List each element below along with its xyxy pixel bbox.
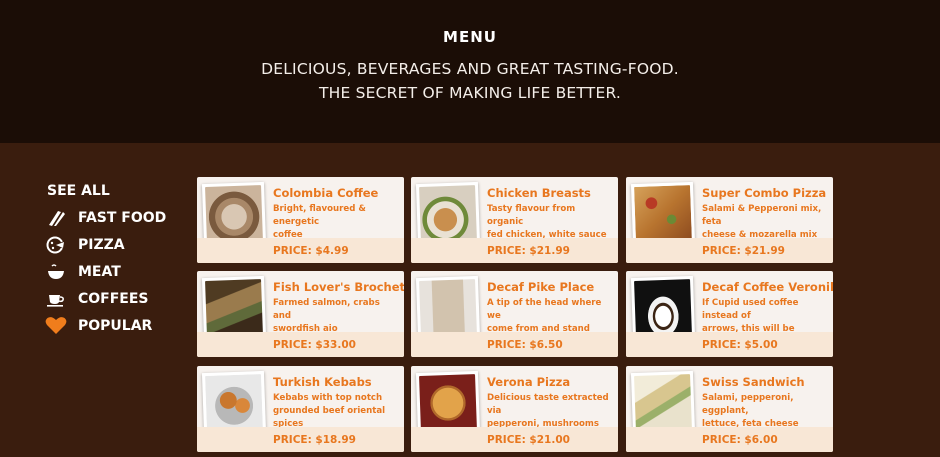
menu-card[interactable]: Colombia Coffee Bright, flavoured & ener… [197,177,404,263]
item-name: Verona Pizza [487,375,571,389]
sidebar-item-pizza[interactable]: PIZZA [44,231,184,258]
item-name: Swiss Sandwich [702,375,805,389]
item-name: Decaf Coffee Veronika [702,280,833,294]
menu-card[interactable]: Decaf Pike Place A tip of the head where… [411,271,618,357]
food-photo-frame [201,181,267,247]
sidebar-item-meat[interactable]: MEAT [44,258,184,285]
item-price: PRICE: $18.99 [273,434,356,446]
item-description: Delicious taste extracted via pepperoni,… [487,392,614,431]
menu-card[interactable]: Decaf Coffee Veronika If Cupid used coff… [626,271,833,357]
description-line: Delicious taste extracted via [487,393,609,416]
food-photo-frame [415,275,481,341]
item-price: PRICE: $21.00 [487,434,570,446]
item-price: PRICE: $4.99 [273,245,349,257]
item-description: Salami, pepperoni, eggplant, lettuce, fe… [702,392,829,431]
item-name: Super Combo Pizza [702,186,827,200]
item-price: PRICE: $5.00 [702,339,778,351]
description-line: A tip of the head where we [487,298,602,321]
menu-card[interactable]: Swiss Sandwich Salami, pepperoni, eggpla… [626,366,833,452]
food-photo-frame [415,181,481,247]
item-price: PRICE: $6.00 [702,434,778,446]
kebab-photo [205,374,263,432]
page-title: MENU [443,28,497,46]
pizza-icon [44,235,68,255]
description-line: Kebabs with top notch [273,393,383,403]
sidebar-item-fast-food[interactable]: FAST FOOD [44,204,184,231]
item-price: PRICE: $21.99 [487,245,570,257]
tagline-line-1: DELICIOUS, BEVERAGES AND GREAT TASTING-F… [261,60,679,78]
latte-photo [419,279,477,337]
bowl-icon [44,262,68,282]
menu-section: SEE ALL FAST FOOD PIZZA MEAT COFFEES POP… [0,143,940,457]
sidebar-item-see-all[interactable]: SEE ALL [44,177,184,204]
menu-card[interactable]: Verona Pizza Delicious taste extracted v… [411,366,618,452]
heart-icon [44,316,68,336]
food-photo-frame [630,181,696,247]
description-line: Salami & Pepperoni mix, feta [702,204,822,227]
description-line: Tasty flavour from organic [487,204,576,227]
chicken-photo [419,185,477,243]
sidebar-item-popular[interactable]: POPULAR [44,312,184,339]
item-description: Salami & Pepperoni mix, feta cheese & mo… [702,203,829,242]
item-price: PRICE: $6.50 [487,339,563,351]
food-photo-frame [630,275,696,341]
item-name: Decaf Pike Place [487,280,595,294]
menu-card[interactable]: Chicken Breasts Tasty flavour from organ… [411,177,618,263]
item-name: Chicken Breasts [487,186,591,200]
item-description: Kebabs with top notch grounded beef orie… [273,392,400,431]
item-price: PRICE: $33.00 [273,339,356,351]
description-line: Bright, flavoured & energetic [273,204,366,227]
menu-card[interactable]: Turkish Kebabs Kebabs with top notch gro… [197,366,404,452]
item-name: Turkish Kebabs [273,375,372,389]
coffee-cup-icon [44,289,68,309]
sidebar-item-label: COFFEES [78,290,149,307]
description-line: Salami, pepperoni, eggplant, [702,393,794,416]
item-description: Tasty flavour from organic fed chicken, … [487,203,614,242]
pizza-photo [634,185,692,243]
description-line: If Cupid used coffee instead of [702,298,799,321]
sandwich-photo [634,374,692,432]
menu-header: MENU DELICIOUS, BEVERAGES AND GREAT TAST… [0,0,940,143]
item-description: Farmed salmon, crabs and swordfish aio [273,297,400,336]
food-photo-frame [415,370,481,436]
item-price: PRICE: $21.99 [702,245,785,257]
category-sidebar: SEE ALL FAST FOOD PIZZA MEAT COFFEES POP… [44,177,184,339]
utensils-icon [44,208,68,228]
item-description: A tip of the head where we come from and… [487,297,614,336]
sidebar-item-label: SEE ALL [47,182,110,199]
food-photo-frame [201,275,267,341]
sidebar-item-label: FAST FOOD [78,209,167,226]
sidebar-item-coffees[interactable]: COFFEES [44,285,184,312]
food-photo-frame [630,370,696,436]
sidebar-item-label: MEAT [78,263,121,280]
item-name: Fish Lover's Brochette [273,280,404,294]
pizza-photo [419,374,477,432]
item-description: Bright, flavoured & energetic coffee [273,203,400,242]
item-name: Colombia Coffee [273,186,379,200]
menu-card[interactable]: Super Combo Pizza Salami & Pepperoni mix… [626,177,833,263]
sidebar-item-label: PIZZA [78,236,125,253]
menu-card[interactable]: Fish Lover's Brochette Farmed salmon, cr… [197,271,404,357]
description-line: Farmed salmon, crabs and [273,298,380,321]
brochette-photo [205,279,263,337]
tagline-line-2: THE SECRET OF MAKING LIFE BETTER. [318,84,622,102]
food-photo-frame [201,370,267,436]
sidebar-item-label: POPULAR [78,317,153,334]
espresso-photo [634,279,692,337]
coffee-photo [205,185,263,243]
